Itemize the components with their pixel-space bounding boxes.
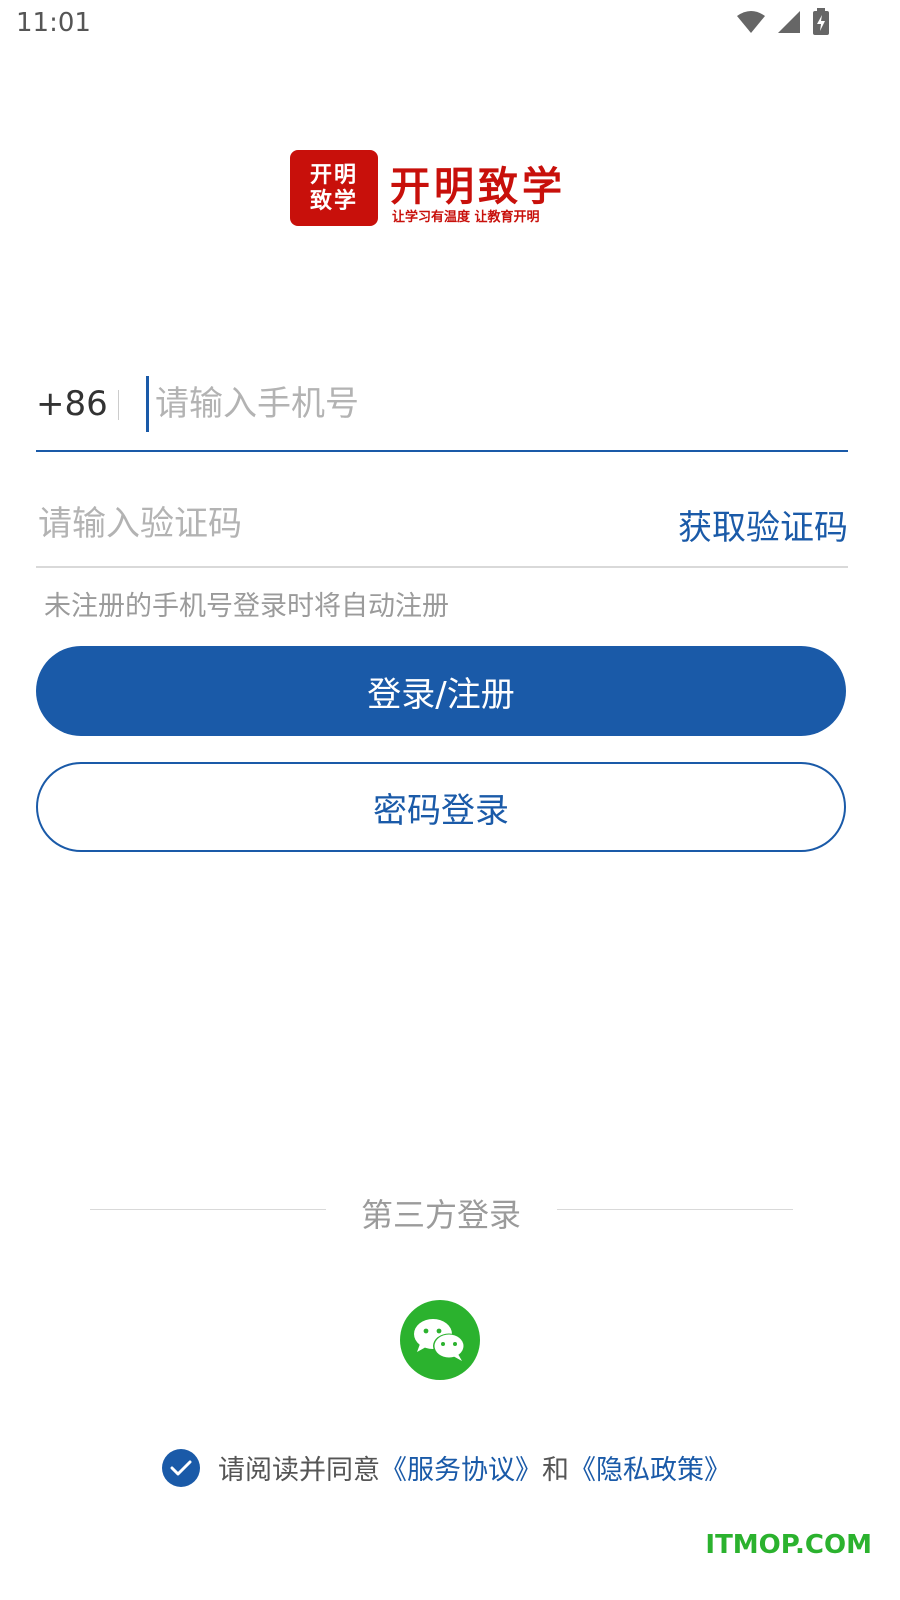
status-time: 11:01 (16, 8, 91, 38)
agreement-checkbox[interactable] (162, 1448, 200, 1487)
phone-input[interactable] (146, 376, 845, 432)
watermark: ITMOP.COM (705, 1530, 872, 1560)
third-party-title: 第三方登录 (360, 1196, 521, 1234)
wechat-login-button[interactable] (400, 1300, 480, 1380)
country-code[interactable]: +86 (36, 384, 108, 424)
battery-charging-icon (813, 8, 829, 35)
country-code-divider (118, 390, 119, 420)
status-icons (736, 8, 830, 36)
phone-row: +86 (36, 370, 848, 452)
check-icon (170, 1460, 192, 1475)
app-logo: 开明 致学 开明致学 让学习有温度 让教育开明 (290, 150, 610, 230)
service-agreement-link[interactable]: 《服务协议》 (380, 1455, 542, 1486)
privacy-policy-link[interactable]: 《隐私政策》 (569, 1455, 731, 1486)
logo-badge-line2: 致学 (309, 188, 358, 214)
password-login-button[interactable]: 密码登录 (36, 762, 846, 852)
divider-right (557, 1209, 793, 1210)
divider-left (90, 1209, 326, 1210)
agreement-and: 和 (542, 1455, 569, 1486)
get-code-button[interactable]: 获取验证码 (678, 500, 848, 549)
login-register-button[interactable]: 登录/注册 (36, 646, 846, 736)
agreement-prefix: 请阅读并同意 (218, 1455, 380, 1486)
logo-slogan: 让学习有温度 让教育开明 (392, 210, 540, 225)
agreement-text: 请阅读并同意《服务协议》和《隐私政策》 (218, 1448, 731, 1487)
auto-register-hint: 未注册的手机号登录时将自动注册 (44, 591, 449, 622)
wechat-icon (414, 1319, 465, 1361)
agreement-row: 请阅读并同意《服务协议》和《隐私政策》 (162, 1448, 731, 1487)
signal-icon (778, 11, 800, 33)
verification-code-input[interactable] (38, 496, 598, 552)
logo-badge: 开明 致学 (290, 150, 378, 226)
code-row: 获取验证码 (36, 488, 848, 568)
logo-title: 开明致学 (390, 163, 566, 210)
logo-badge-line1: 开明 (309, 162, 358, 188)
wifi-icon (737, 11, 765, 33)
